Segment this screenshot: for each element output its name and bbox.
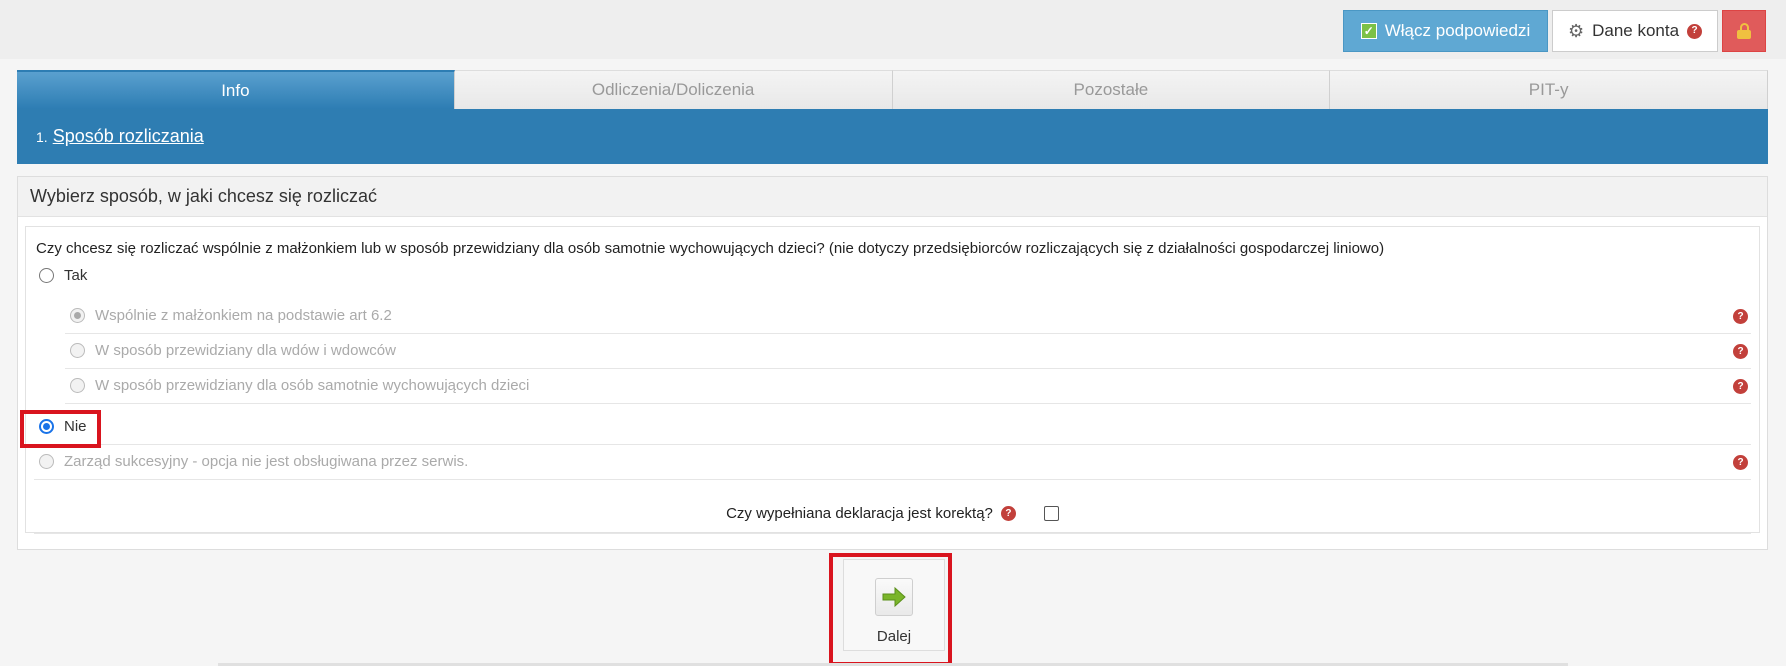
sub-option-widowed[interactable]: W sposób przewidziany dla wdów i wdowców: [70, 342, 396, 359]
account-data-button[interactable]: ⚙ Dane konta ?: [1552, 10, 1718, 52]
option-yes[interactable]: Tak: [39, 267, 87, 284]
joint-settlement-question: Czy chcesz się rozliczać wspólnie z małż…: [36, 240, 1385, 257]
correction-checkbox[interactable]: [1043, 506, 1059, 521]
panel-body: Czy chcesz się rozliczać wspólnie z małż…: [25, 226, 1760, 534]
logout-button[interactable]: [1722, 10, 1766, 52]
tab-other[interactable]: Pozostałe: [892, 70, 1331, 109]
radio-yes[interactable]: [39, 268, 54, 283]
divider: [65, 403, 1751, 404]
tab-info[interactable]: Info: [17, 70, 455, 109]
sub-option-label: W sposób przewidziany dla wdów i wdowców: [95, 342, 396, 359]
panel-title: Wybierz sposób, w jaki chcesz się rozlic…: [18, 177, 1767, 217]
correction-question: Czy wypełniana deklaracja jest korektą?: [726, 505, 993, 522]
sub-option-label: Wspólnie z małżonkiem na podstawie art 6…: [95, 307, 392, 324]
step-bar: 1. Sposób rozliczania: [17, 109, 1768, 164]
option-succession-label: Zarząd sukcesyjny - opcja nie jest obsłu…: [64, 453, 469, 470]
gear-icon: ⚙: [1567, 20, 1585, 41]
enable-hints-button[interactable]: ✓ Włącz podpowiedzi: [1343, 10, 1548, 52]
sub-option-joint-spouse[interactable]: Wspólnie z małżonkiem na podstawie art 6…: [70, 307, 392, 324]
step-number: 1.: [36, 128, 48, 145]
enable-hints-label: Włącz podpowiedzi: [1384, 21, 1531, 40]
divider: [34, 479, 1751, 480]
help-icon[interactable]: ?: [1733, 309, 1748, 324]
option-yes-label: Tak: [64, 267, 88, 284]
sub-option-label: W sposób przewidziany dla osób samotnie …: [95, 377, 530, 394]
account-data-label: Dane konta: [1592, 21, 1680, 40]
help-icon[interactable]: ?: [1733, 379, 1748, 394]
highlight-option-no: [20, 410, 101, 448]
radio-joint-spouse[interactable]: [70, 308, 85, 323]
help-icon[interactable]: ?: [1000, 506, 1016, 521]
settlement-panel: Wybierz sposób, w jaki chcesz się rozlic…: [17, 176, 1768, 550]
divider: [65, 333, 1751, 334]
radio-single-parent[interactable]: [70, 378, 85, 393]
divider: [34, 444, 1751, 445]
divider: [34, 533, 1751, 534]
help-icon[interactable]: ?: [1733, 344, 1748, 359]
tab-deductions[interactable]: Odliczenia/Doliczenia: [454, 70, 893, 109]
help-icon[interactable]: ?: [1687, 23, 1703, 39]
sub-option-single-parent[interactable]: W sposób przewidziany dla osób samotnie …: [70, 377, 529, 394]
highlight-next: [829, 553, 952, 666]
divider: [65, 368, 1751, 369]
checkbox-checked-icon: ✓: [1360, 23, 1377, 39]
help-icon[interactable]: ?: [1733, 455, 1748, 470]
lock-icon: [1737, 23, 1751, 39]
radio-succession[interactable]: [39, 454, 54, 469]
option-succession[interactable]: Zarząd sukcesyjny - opcja nie jest obsłu…: [39, 453, 468, 470]
tab-pit[interactable]: PIT-y: [1330, 70, 1768, 109]
main-tabs: Info Odliczenia/Doliczenia Pozostałe PIT…: [17, 70, 1768, 109]
step-link-settlement-method[interactable]: Sposób rozliczania: [53, 126, 204, 147]
radio-widowed[interactable]: [70, 343, 85, 358]
correction-row: Czy wypełniana deklaracja jest korektą? …: [26, 505, 1759, 522]
